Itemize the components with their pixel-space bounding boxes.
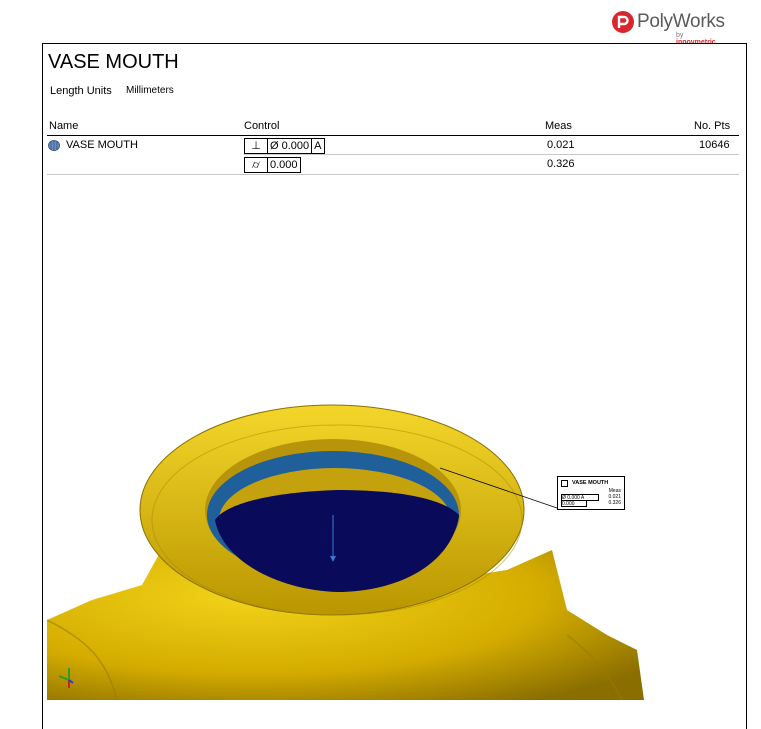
datum-reference: A	[314, 140, 322, 152]
callout-meas-2: 0.326	[608, 500, 621, 506]
perpendicularity-control-frame: ⊥ Ø 0.000 A	[244, 138, 325, 154]
points-count: 10646	[699, 139, 730, 151]
polyworks-logo-icon	[612, 11, 634, 33]
callout-pin-icon	[561, 480, 568, 487]
header-divider	[47, 135, 739, 136]
cylindricity-control-frame: ⌭ 0.000	[244, 157, 301, 173]
measurement-callout: VASE MOUTH Meas Ø 0.000 A 0.021 0.000 0.…	[557, 476, 625, 510]
meas-value: 0.021	[547, 139, 575, 151]
column-header-control: Control	[244, 120, 280, 132]
polyworks-logo: PolyWorks by innovmetric	[612, 10, 725, 46]
page-title: VASE MOUTH	[48, 51, 179, 73]
feature-name: VASE MOUTH	[66, 139, 138, 151]
tolerance-value: Ø 0.000	[268, 139, 313, 153]
table-bottom-border	[47, 174, 739, 175]
brand-name: PolyWorks	[637, 11, 725, 32]
row-divider	[244, 154, 739, 155]
column-header-pts: No. Pts	[694, 120, 731, 132]
length-units-label: Length Units	[50, 85, 112, 97]
meas-value: 0.326	[547, 158, 575, 170]
cylindricity-symbol: ⌭	[245, 158, 268, 172]
tolerance-value: 0.000	[270, 159, 298, 171]
callout-control-2: 0.000	[561, 500, 587, 507]
length-units-value: Millimeters	[126, 85, 174, 96]
vase-3d-view	[47, 404, 644, 700]
perpendicularity-symbol: ⊥	[245, 139, 268, 153]
column-header-meas: Meas	[545, 120, 572, 132]
cylinder-feature-icon	[48, 140, 60, 151]
callout-title: VASE MOUTH	[572, 480, 609, 486]
column-header-name: Name	[49, 120, 79, 132]
